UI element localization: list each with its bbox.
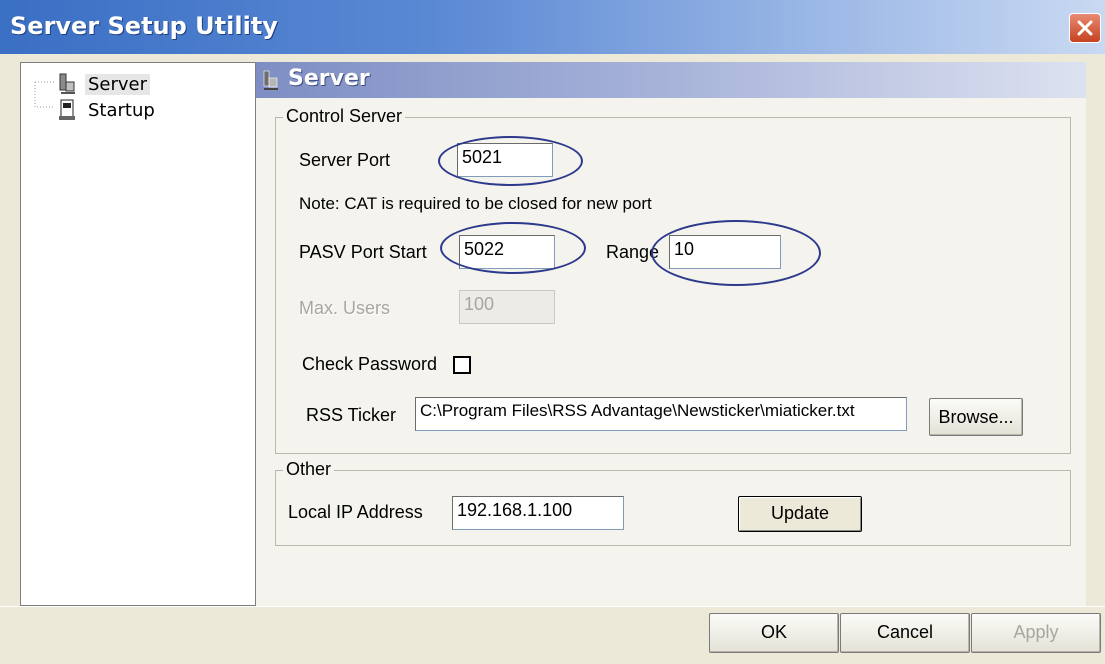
annotation-ellipse xyxy=(440,222,586,274)
rss-ticker-input[interactable]: C:\Program Files\RSS Advantage\Newsticke… xyxy=(415,397,907,431)
rss-ticker-label: RSS Ticker xyxy=(306,405,397,425)
max-users-input: 100 xyxy=(459,290,555,324)
server-tree-icon xyxy=(59,73,75,94)
apply-button[interactable]: Apply xyxy=(971,613,1101,653)
other-legend: Other xyxy=(283,459,335,480)
page-title: Server xyxy=(288,66,370,91)
cancel-button[interactable]: Cancel xyxy=(840,613,970,653)
window-title: Server Setup Utility xyxy=(10,12,278,40)
close-icon xyxy=(1077,20,1093,36)
control-server-legend: Control Server xyxy=(283,106,406,127)
port-note: Note: CAT is required to be closed for n… xyxy=(299,194,652,213)
ok-button[interactable]: OK xyxy=(709,613,839,653)
max-users-label: Max. Users xyxy=(299,298,391,318)
page-header: Server xyxy=(256,62,1086,98)
tree-item-label: Startup xyxy=(88,99,155,121)
server-port-label: Server Port xyxy=(299,150,391,170)
title-bar[interactable]: Server Setup Utility xyxy=(0,0,1105,54)
annotation-ellipse xyxy=(651,220,821,286)
close-button[interactable] xyxy=(1069,13,1101,43)
check-password-label: Check Password xyxy=(302,354,438,374)
tree-item-label: Server xyxy=(85,73,151,95)
local-ip-label: Local IP Address xyxy=(288,502,423,522)
pasv-port-start-label: PASV Port Start xyxy=(299,242,427,262)
update-button[interactable]: Update xyxy=(738,496,862,532)
tree-item-startup[interactable]: Startup xyxy=(57,97,158,123)
local-ip-input[interactable]: 192.168.1.100 xyxy=(452,496,624,530)
navigation-tree[interactable]: Server Startup xyxy=(20,62,256,606)
server-icon xyxy=(263,70,278,90)
check-password-checkbox[interactable] xyxy=(453,356,471,374)
tree-item-server[interactable]: Server xyxy=(57,71,151,97)
annotation-ellipse xyxy=(438,136,583,186)
browse-button[interactable]: Browse... xyxy=(929,398,1023,436)
startup-tree-icon xyxy=(59,99,75,120)
